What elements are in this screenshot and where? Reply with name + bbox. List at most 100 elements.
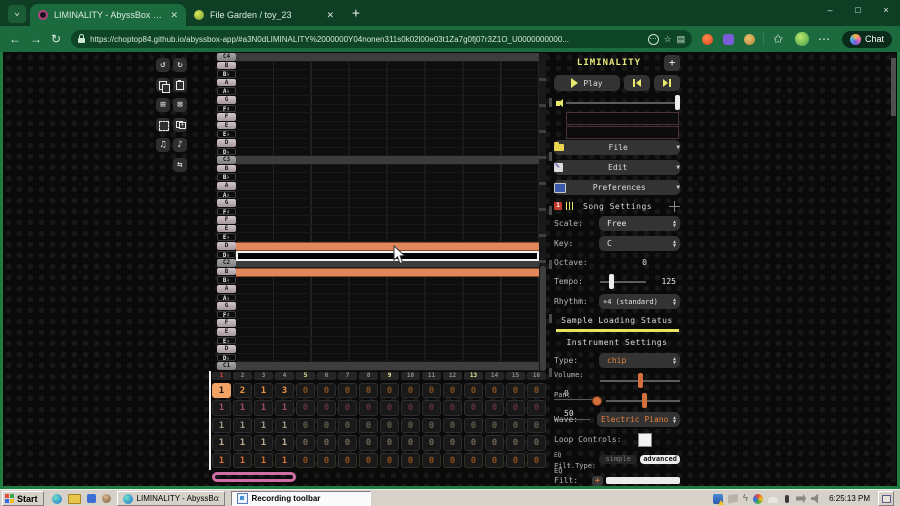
pattern-cell-pitch-2[interactable]: 0	[401, 400, 420, 416]
pattern-cell-pitch-2[interactable]: 0	[527, 400, 546, 416]
loop-region-bar[interactable]	[212, 472, 296, 482]
bar-number-13[interactable]: 13	[464, 372, 483, 380]
pattern-cell-noise-1[interactable]: 0	[401, 452, 420, 468]
piano-key-C4[interactable]: C4	[217, 53, 236, 61]
play-button[interactable]: Play	[554, 75, 620, 91]
pattern-cell-noise-1[interactable]: 0	[506, 452, 525, 468]
tempo-slider[interactable]	[600, 273, 646, 289]
loop-button[interactable]: ⇆	[173, 158, 187, 172]
pattern-cell-pitch-3[interactable]: 0	[338, 417, 357, 434]
pattern-cell-pitch-3[interactable]: 0	[422, 417, 441, 434]
hovered-pitch-row[interactable]	[236, 250, 539, 261]
favorites-icon[interactable]: ✩	[773, 32, 783, 46]
bar-number-10[interactable]: 10	[401, 372, 420, 380]
pattern-cell-pitch-1[interactable]: 0	[359, 383, 378, 399]
pattern-cell-pitch-2[interactable]: 0	[338, 400, 357, 416]
page-scrollbar-thumb[interactable]	[891, 58, 896, 116]
piano-key-E[interactable]: E	[217, 121, 236, 130]
pattern-cell-noise-1[interactable]: 0	[527, 452, 546, 468]
copy-button[interactable]	[156, 78, 170, 93]
loop-controls-checkbox[interactable]	[638, 432, 652, 447]
piano-key-D♭[interactable]: D♭	[217, 250, 236, 259]
pattern-cell-pitch-4[interactable]: 1	[212, 435, 231, 451]
pattern-cell-pitch-3[interactable]: 0	[401, 417, 420, 434]
pan-slider[interactable]	[606, 392, 680, 408]
delete-bar-button[interactable]: ⊠	[173, 98, 187, 112]
explorer-folder-icon[interactable]	[67, 493, 81, 504]
pattern-cell-noise-1[interactable]: 0	[422, 452, 441, 468]
file-menu[interactable]: File ▼	[554, 140, 680, 155]
task-button-recording-toolbar[interactable]: Recording toolbar	[230, 491, 371, 506]
pattern-cell-pitch-2[interactable]: 1	[233, 400, 252, 416]
piano-key-E♭[interactable]: E♭	[217, 233, 236, 241]
pattern-cell-noise-1[interactable]: 1	[212, 452, 231, 468]
pattern-cell-noise-1[interactable]: 1	[233, 452, 252, 468]
pan-dot-button[interactable]	[592, 395, 602, 406]
pattern-cell-pitch-4[interactable]: 1	[233, 435, 252, 451]
plug-icon[interactable]	[796, 493, 807, 504]
preferences-menu[interactable]: Preferences ▼	[554, 180, 680, 195]
bar-number-7[interactable]: 7	[338, 372, 357, 380]
pattern-cell-pitch-4[interactable]: 1	[254, 435, 273, 451]
pattern-cell-pitch-1[interactable]: 0	[464, 383, 483, 399]
minimize-button[interactable]: –	[816, 0, 844, 20]
pattern-cell-pitch-2[interactable]: 0	[296, 400, 315, 416]
move-panel-icon[interactable]	[669, 200, 680, 212]
pattern-cell-pitch-4[interactable]: 0	[317, 435, 336, 451]
paste-button[interactable]	[173, 78, 187, 92]
select-all-button[interactable]	[156, 118, 170, 132]
pattern-cell-pitch-2[interactable]: 0	[422, 400, 441, 416]
piano-key-F♯[interactable]: F♯	[217, 207, 236, 216]
next-bar-button[interactable]	[654, 75, 680, 91]
pattern-cell-pitch-3[interactable]: 0	[506, 417, 525, 434]
pattern-cell-pitch-3[interactable]: 0	[485, 417, 504, 434]
favorite-star-icon[interactable]: ☆	[664, 34, 672, 45]
pattern-cell-pitch-4[interactable]: 0	[296, 435, 315, 451]
pattern-cell-pitch-3[interactable]: 0	[380, 417, 399, 434]
pattern-cell-pitch-1[interactable]: 1	[254, 383, 273, 399]
piano-key-F[interactable]: F	[217, 216, 236, 224]
bar-number-2[interactable]: 2	[233, 372, 252, 380]
pattern-cell-pitch-1[interactable]: 0	[338, 383, 357, 399]
edge-icon[interactable]	[51, 493, 62, 504]
pattern-cell-pitch-1[interactable]: 0	[485, 383, 504, 399]
pattern-cell-pitch-4[interactable]: 0	[527, 435, 546, 451]
note-bar[interactable]	[236, 268, 539, 277]
piano-key-B[interactable]: B	[217, 164, 236, 173]
forward-icon[interactable]: →	[30, 32, 42, 46]
pattern-cell-pitch-3[interactable]: 0	[464, 417, 483, 434]
piano-key-F[interactable]: F	[217, 113, 236, 121]
roll-scrollbar[interactable]	[539, 53, 546, 371]
pattern-cell-noise-1[interactable]: 0	[443, 452, 462, 468]
pan-handle[interactable]	[641, 392, 647, 408]
piano-key-F♯[interactable]: F♯	[217, 310, 236, 319]
instrument-type-select[interactable]: chip ▲ ▼	[599, 353, 680, 368]
redo-button[interactable]: ↻	[173, 58, 187, 72]
scale-select[interactable]: Free ▲ ▼	[599, 216, 680, 231]
pattern-cell-pitch-3[interactable]: 1	[275, 417, 294, 434]
piano-key-G[interactable]: G	[217, 302, 236, 310]
microphone-icon[interactable]	[785, 494, 790, 503]
piano-key-A♭[interactable]: A♭	[217, 190, 236, 199]
pattern-cell-pitch-2[interactable]: 0	[464, 400, 483, 416]
pattern-cell-pitch-1[interactable]: 0	[296, 383, 315, 399]
drive-pinwheel-icon[interactable]	[753, 493, 764, 504]
pattern-cell-pitch-1[interactable]: 0	[422, 383, 441, 399]
pattern-cell-noise-1[interactable]: 0	[338, 452, 357, 468]
pattern-cell-pitch-2[interactable]: 1	[254, 400, 273, 416]
piano-key-B♭[interactable]: B♭	[217, 70, 236, 78]
speaker-icon[interactable]	[811, 493, 819, 504]
piano-key-D♭[interactable]: D♭	[217, 353, 236, 362]
extension-3-icon[interactable]	[744, 33, 756, 45]
reading-list-icon[interactable]: ▤	[677, 34, 686, 45]
pattern-cell-pitch-2[interactable]: 1	[275, 400, 294, 416]
bar-number-8[interactable]: 8	[359, 372, 378, 380]
chat-button[interactable]: Chat	[841, 30, 892, 48]
tab-close-icon[interactable]: ✕	[170, 10, 178, 21]
tab-search-chevron-icon[interactable]: ⌄	[8, 5, 26, 23]
maximize-button[interactable]: □	[844, 0, 872, 20]
rhythm-select[interactable]: ÷4 (standard) ▲ ▼	[599, 294, 680, 309]
tab-file-garden[interactable]: File Garden / toy_23 ✕	[186, 4, 342, 26]
piano-key-F[interactable]: F	[217, 319, 236, 327]
tempo-value[interactable]: 125	[650, 277, 676, 286]
